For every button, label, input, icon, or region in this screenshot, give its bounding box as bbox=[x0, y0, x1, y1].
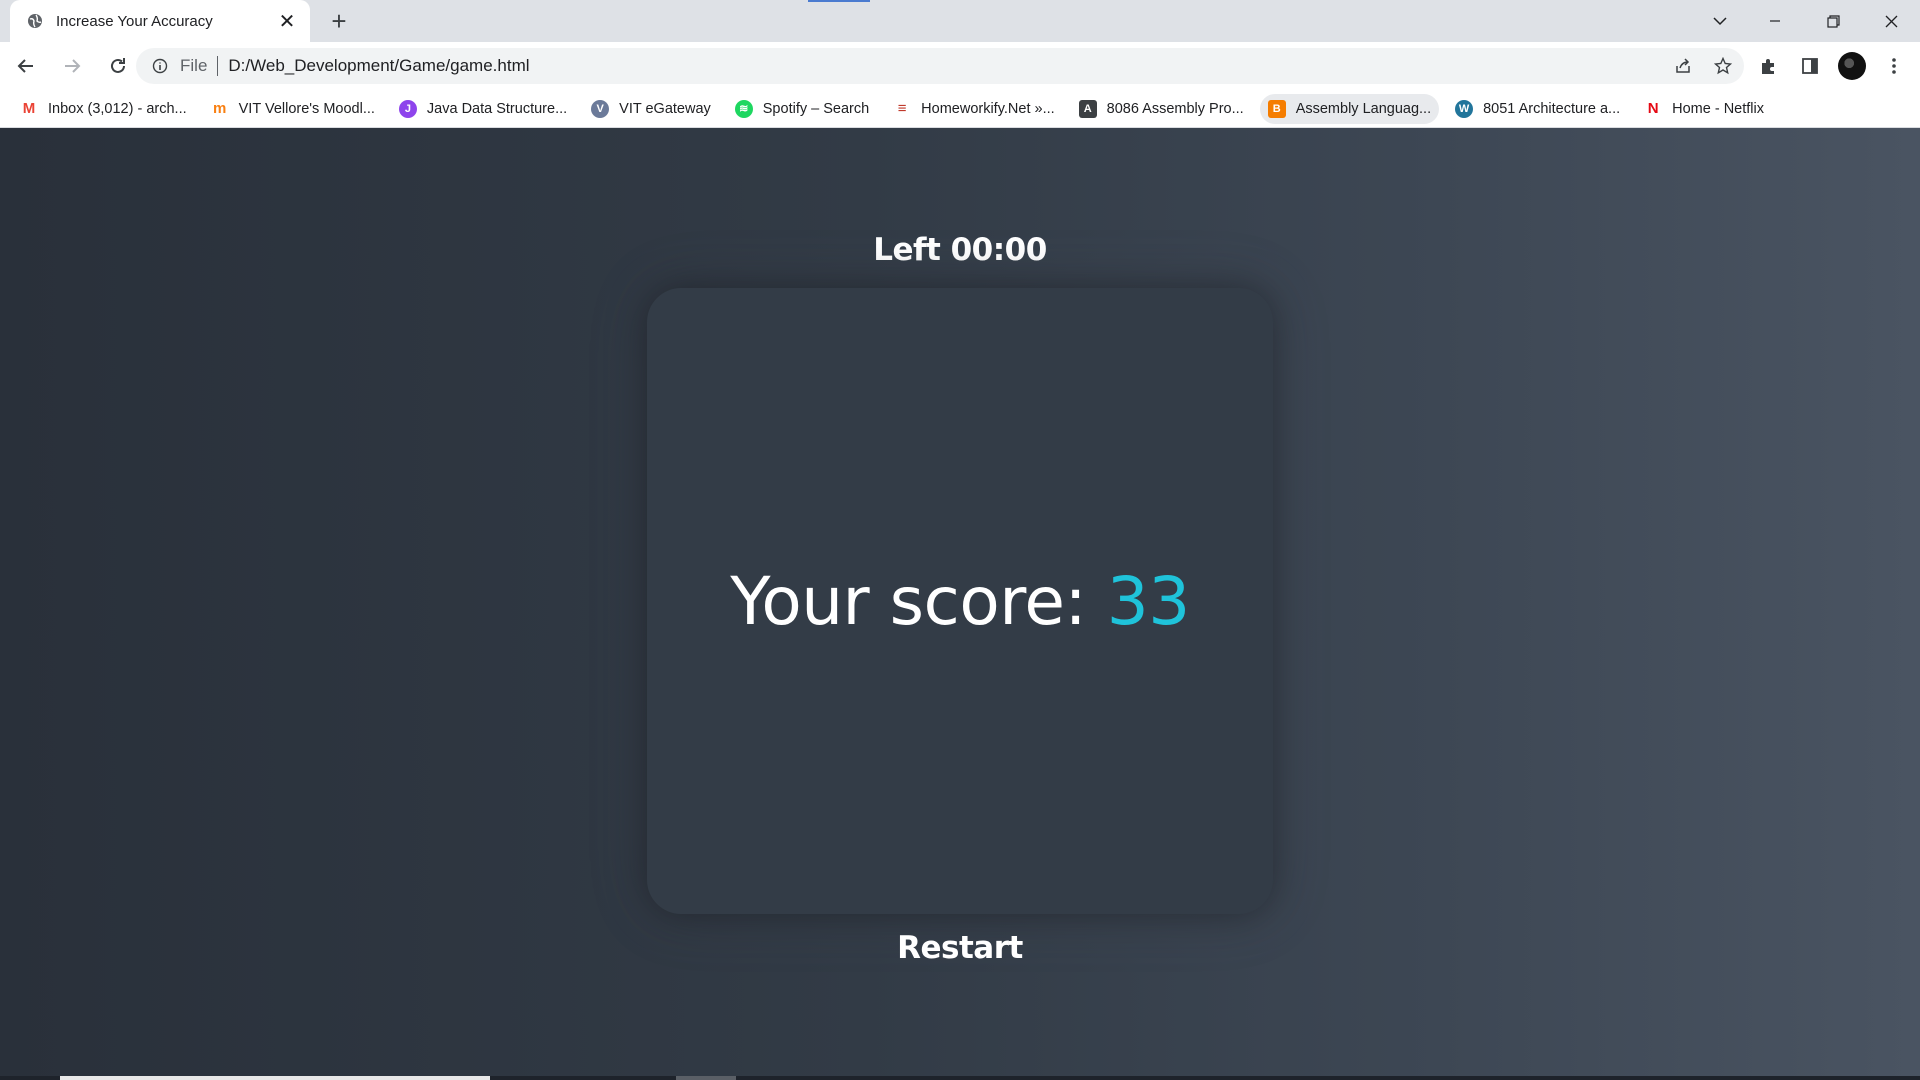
close-window-button[interactable] bbox=[1862, 0, 1920, 42]
bookmark-item[interactable]: ≡ Homeworkify.Net »... bbox=[885, 94, 1063, 124]
bookmark-item[interactable]: ≋ Spotify – Search bbox=[727, 94, 877, 124]
forward-button[interactable] bbox=[52, 46, 92, 86]
restart-container: Restart bbox=[0, 930, 1920, 966]
restore-icon bbox=[1826, 14, 1840, 28]
tab-strip-indicator bbox=[808, 0, 870, 2]
browser-titlebar: Increase Your Accuracy ✕ + bbox=[0, 0, 1920, 42]
globe-icon bbox=[26, 12, 44, 30]
tab-search-button[interactable] bbox=[1700, 0, 1740, 42]
books-icon: ≡ bbox=[897, 100, 907, 117]
minimize-icon bbox=[1770, 20, 1780, 22]
side-panel-icon bbox=[1802, 58, 1818, 74]
bookmark-item[interactable]: M Inbox (3,012) - arch... bbox=[12, 94, 195, 124]
info-icon[interactable] bbox=[150, 56, 170, 76]
bookmark-item[interactable]: J Java Data Structure... bbox=[391, 94, 575, 124]
game-page: Left 00:00 Your score: 33 Restart bbox=[0, 128, 1920, 1080]
bookmark-label: VIT eGateway bbox=[619, 100, 711, 117]
blogger-icon: B bbox=[1267, 99, 1286, 118]
wordpress-icon: W bbox=[1455, 99, 1474, 118]
moodle-icon: m bbox=[212, 100, 227, 117]
bookmark-item[interactable]: A 8086 Assembly Pro... bbox=[1071, 94, 1252, 124]
extensions-button[interactable] bbox=[1752, 50, 1784, 82]
bookmark-item[interactable]: B Assembly Languag... bbox=[1259, 93, 1440, 124]
arrow-right-icon bbox=[65, 59, 81, 73]
bookmark-label: 8086 Assembly Pro... bbox=[1106, 100, 1244, 117]
letter-a-icon: A bbox=[1078, 99, 1097, 118]
url-text[interactable]: D:/Web_Development/Game/game.html bbox=[228, 56, 529, 76]
window-controls bbox=[1746, 0, 1920, 42]
netflix-icon: N bbox=[1647, 100, 1659, 117]
bookmark-item[interactable]: N Home - Netflix bbox=[1636, 94, 1772, 124]
tab-title: Increase Your Accuracy bbox=[56, 12, 213, 30]
timer-text: Left 00:00 bbox=[873, 232, 1047, 268]
restore-button[interactable] bbox=[1804, 0, 1862, 42]
address-bar[interactable]: File D:/Web_Development/Game/game.html bbox=[136, 48, 1744, 84]
chevron-down-icon bbox=[1713, 17, 1727, 26]
gmail-icon: M bbox=[22, 100, 36, 117]
puzzle-icon bbox=[1762, 59, 1774, 74]
bookmark-label: Inbox (3,012) - arch... bbox=[48, 100, 187, 117]
url-separator bbox=[217, 56, 219, 76]
score-label: Your score: bbox=[730, 562, 1107, 640]
bookmarks-bar: M Inbox (3,012) - arch... m VIT Vellore's M… bbox=[0, 90, 1920, 128]
vit-icon: V bbox=[591, 99, 610, 118]
arrow-left-icon bbox=[17, 59, 33, 73]
bookmark-label: Home - Netflix bbox=[1672, 100, 1764, 117]
bookmark-label: Spotify – Search bbox=[762, 100, 870, 117]
close-tab-icon[interactable]: ✕ bbox=[276, 10, 298, 33]
java-icon: J bbox=[398, 99, 417, 118]
menu-button[interactable] bbox=[1878, 50, 1910, 82]
browser-toolbar: File D:/Web_Development/Game/game.html bbox=[0, 42, 1920, 90]
bookmark-item[interactable]: V VIT eGateway bbox=[583, 94, 719, 124]
score-display: Your score: 33 bbox=[730, 562, 1190, 640]
reload-button[interactable] bbox=[98, 46, 138, 86]
restart-button[interactable]: Restart bbox=[897, 930, 1023, 966]
minimize-button[interactable] bbox=[1746, 0, 1804, 42]
profile-button[interactable] bbox=[1836, 50, 1868, 82]
side-panel-button[interactable] bbox=[1794, 50, 1826, 82]
bookmark-label: Java Data Structure... bbox=[426, 100, 568, 117]
new-tab-button[interactable]: + bbox=[324, 6, 354, 36]
share-icon[interactable] bbox=[1670, 53, 1696, 79]
bookmark-item[interactable]: m VIT Vellore's Moodl... bbox=[203, 94, 383, 124]
back-button[interactable] bbox=[6, 46, 46, 86]
avatar bbox=[1838, 52, 1866, 80]
toolbar-actions bbox=[1752, 42, 1910, 90]
score-value: 33 bbox=[1106, 562, 1190, 640]
bookmark-label: Assembly Languag... bbox=[1295, 100, 1432, 117]
reload-icon bbox=[111, 58, 125, 73]
game-board[interactable]: Your score: 33 bbox=[647, 288, 1273, 914]
bookmark-star-icon[interactable] bbox=[1710, 53, 1736, 79]
url-scheme-label: File bbox=[180, 56, 208, 75]
bookmark-label: VIT Vellore's Moodl... bbox=[238, 100, 375, 117]
scrollbar-marker bbox=[676, 1076, 736, 1080]
browser-tab-active[interactable]: Increase Your Accuracy ✕ bbox=[10, 0, 310, 42]
bookmark-item[interactable]: W 8051 Architecture a... bbox=[1447, 94, 1628, 124]
address-bar-actions bbox=[1670, 48, 1736, 84]
kebab-menu-icon bbox=[1892, 58, 1896, 74]
close-icon bbox=[1885, 15, 1897, 27]
bookmark-label: Homeworkify.Net »... bbox=[921, 100, 1055, 117]
scrollbar-thumb[interactable] bbox=[60, 1076, 490, 1080]
spotify-icon: ≋ bbox=[734, 99, 753, 118]
bookmark-label: 8051 Architecture a... bbox=[1483, 100, 1621, 117]
